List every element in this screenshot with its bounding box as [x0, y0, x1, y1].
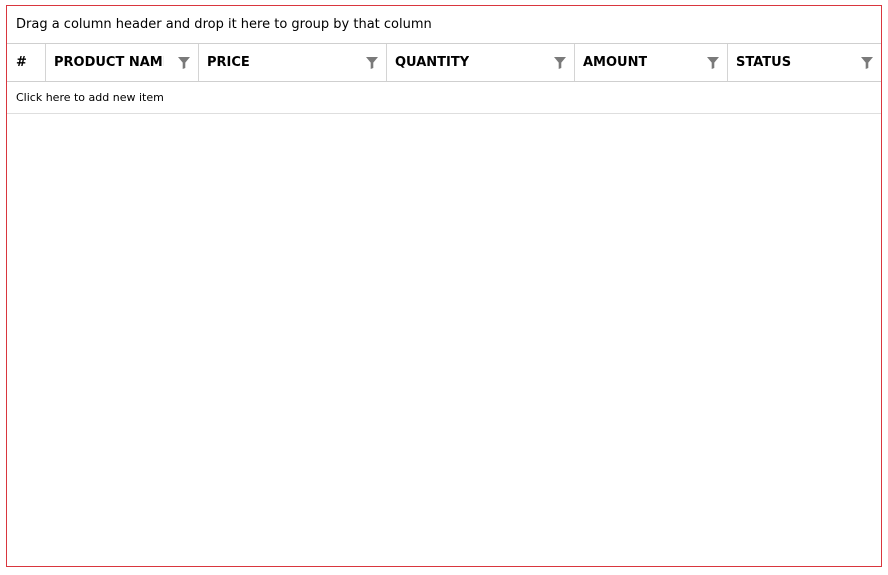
column-header-amount[interactable]: AMOUNT — [575, 44, 728, 81]
filter-icon[interactable] — [861, 57, 873, 69]
group-by-panel[interactable]: Drag a column header and drop it here to… — [7, 6, 881, 44]
column-header-status[interactable]: STATUS — [728, 44, 881, 81]
filter-icon[interactable] — [366, 57, 378, 69]
column-header-label: # — [16, 55, 27, 70]
column-header-label: AMOUNT — [583, 55, 648, 70]
add-new-item-row[interactable]: Click here to add new item — [7, 82, 881, 114]
group-by-panel-text: Drag a column header and drop it here to… — [16, 17, 432, 32]
filter-icon[interactable] — [554, 57, 566, 69]
column-header-label: PRICE — [207, 55, 250, 70]
add-new-item-label: Click here to add new item — [16, 91, 164, 104]
grid-body-empty — [7, 114, 881, 562]
column-header-label: QUANTITY — [395, 55, 470, 70]
data-grid: Drag a column header and drop it here to… — [6, 5, 882, 567]
column-header-label: PRODUCT NAME — [54, 55, 164, 70]
column-header-quantity[interactable]: QUANTITY — [387, 44, 575, 81]
column-header-row: # PRODUCT NAME PRICE QUANTITY AMOUNT STA… — [7, 44, 881, 82]
column-header-price[interactable]: PRICE — [199, 44, 387, 81]
column-header-label: STATUS — [736, 55, 792, 70]
column-header-product-name[interactable]: PRODUCT NAME — [46, 44, 199, 81]
column-header-number[interactable]: # — [7, 44, 46, 81]
filter-icon[interactable] — [707, 57, 719, 69]
filter-icon[interactable] — [178, 57, 190, 69]
